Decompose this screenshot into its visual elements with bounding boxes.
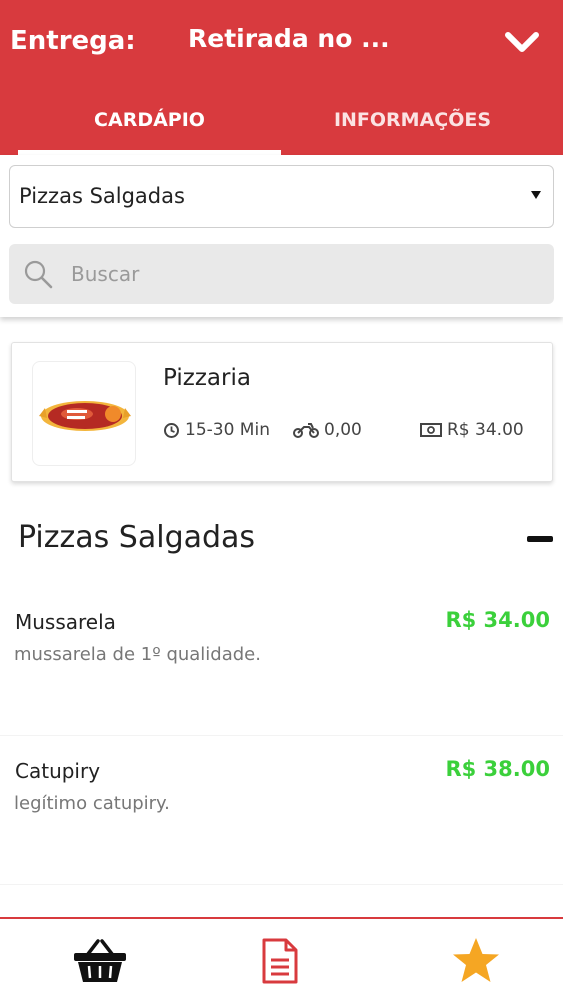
delivery-mode-value[interactable]: Retirada no ... bbox=[188, 24, 390, 53]
dropdown-arrow-icon bbox=[531, 191, 541, 199]
store-logo bbox=[32, 361, 136, 466]
min-order-text: R$ 34.00 bbox=[447, 420, 524, 440]
tab-cardapio[interactable]: CARDÁPIO bbox=[18, 95, 281, 155]
store-min-order: R$ 34.00 bbox=[420, 420, 524, 440]
delivery-label: Entrega: bbox=[10, 26, 136, 56]
chevron-down-icon[interactable] bbox=[503, 26, 541, 58]
store-delivery-time: 15-30 Min bbox=[163, 420, 270, 440]
category-selected-value: Pizzas Salgadas bbox=[19, 184, 185, 208]
store-info-card[interactable]: Pizzaria 15-30 Min 0,00 R$ 34.00 bbox=[11, 342, 553, 482]
product-description: legítimo catupiry. bbox=[14, 793, 170, 814]
order-document-icon bbox=[262, 938, 298, 983]
search-input[interactable] bbox=[71, 258, 531, 290]
category-select[interactable]: Pizzas Salgadas bbox=[9, 165, 554, 228]
category-section-header[interactable]: Pizzas Salgadas bbox=[0, 500, 563, 580]
section-title: Pizzas Salgadas bbox=[18, 520, 256, 555]
delivery-selector[interactable]: Entrega: Retirada no ... bbox=[0, 0, 563, 88]
search-icon bbox=[24, 260, 53, 289]
bottom-navigation bbox=[0, 917, 563, 1000]
clock-icon bbox=[164, 422, 179, 438]
motorcycle-icon bbox=[293, 423, 319, 438]
favorites-button[interactable] bbox=[416, 919, 536, 1000]
app-header: Entrega: Retirada no ... CARDÁPIO INFORM… bbox=[0, 0, 563, 155]
store-delivery-fee: 0,00 bbox=[293, 420, 362, 440]
product-item[interactable]: Mussarela mussarela de 1º qualidade. R$ … bbox=[0, 588, 563, 736]
store-name: Pizzaria bbox=[163, 365, 251, 391]
delivery-time-text: 15-30 Min bbox=[185, 420, 270, 440]
product-name: Catupiry bbox=[15, 759, 101, 783]
product-price: R$ 34.00 bbox=[445, 608, 550, 632]
delivery-fee-text: 0,00 bbox=[324, 420, 362, 440]
tab-informacoes[interactable]: INFORMAÇÕES bbox=[300, 95, 525, 155]
pizza-logo-icon bbox=[39, 401, 131, 431]
product-item[interactable]: Catupiry legítimo catupiry. R$ 38.00 bbox=[0, 737, 563, 885]
orders-button[interactable] bbox=[220, 919, 340, 1000]
collapse-minus-icon[interactable] bbox=[527, 536, 553, 542]
product-name: Mussarela bbox=[15, 610, 116, 634]
tab-bar: CARDÁPIO INFORMAÇÕES bbox=[0, 95, 563, 155]
money-icon bbox=[420, 423, 442, 437]
product-description: mussarela de 1º qualidade. bbox=[14, 644, 261, 665]
cart-button[interactable] bbox=[40, 919, 160, 1000]
star-icon bbox=[453, 937, 499, 982]
search-box[interactable] bbox=[9, 244, 554, 304]
basket-icon bbox=[74, 938, 126, 982]
filter-panel: Pizzas Salgadas bbox=[0, 155, 563, 317]
product-price: R$ 38.00 bbox=[445, 757, 550, 781]
